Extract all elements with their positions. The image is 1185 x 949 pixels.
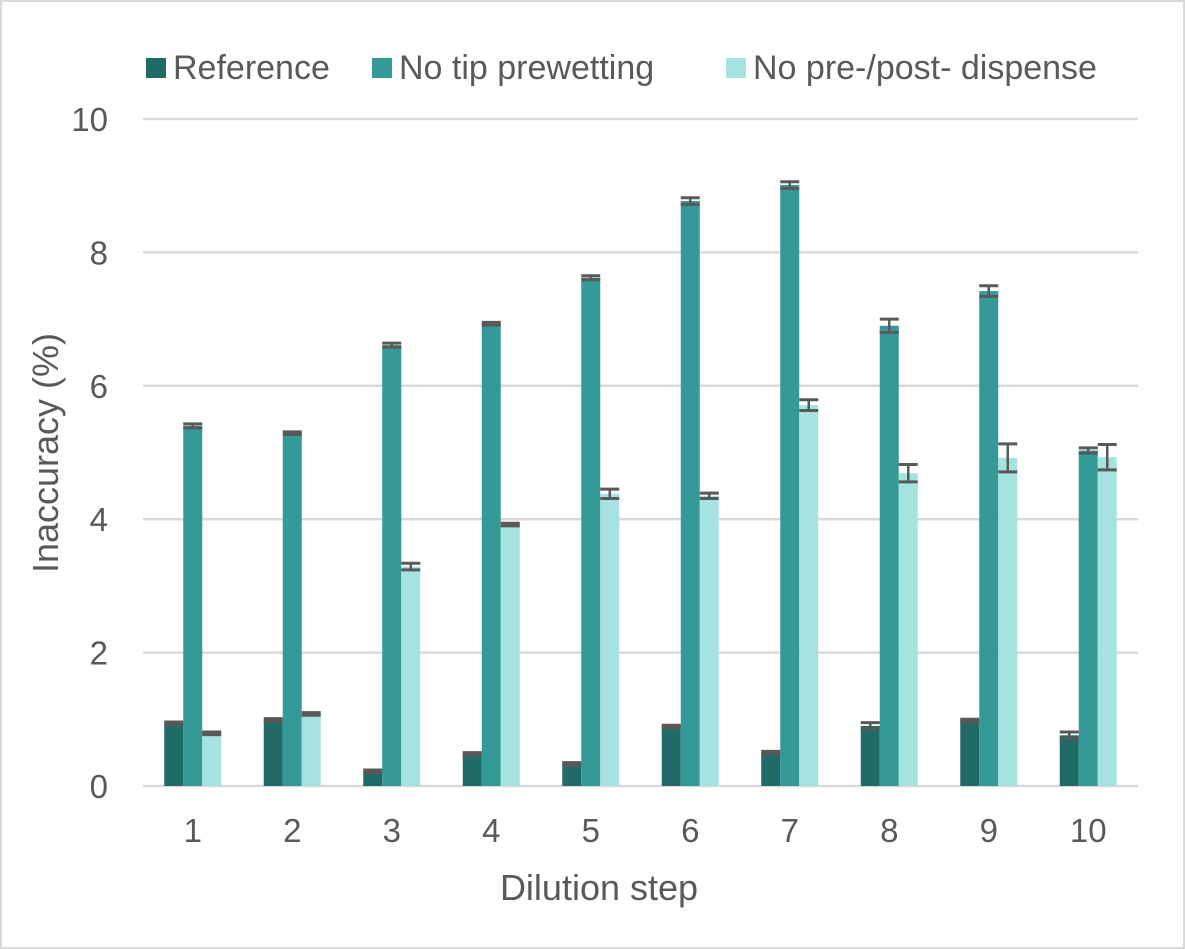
error-bar [164, 720, 184, 727]
bar-no-pre-post-dispense-7 [799, 405, 819, 786]
legend-label: No tip prewetting [399, 49, 654, 87]
y-tick-label: 6 [90, 368, 108, 405]
error-bar [202, 730, 222, 737]
x-tick-label: 3 [383, 812, 401, 849]
bar-no-pre-post-dispense-9 [998, 457, 1018, 786]
bar-no-tip-prewetting-9 [979, 291, 999, 786]
y-tick-label: 10 [71, 101, 108, 138]
error-bar [761, 749, 781, 756]
bar-no-tip-prewetting-2 [282, 433, 302, 786]
error-bar [661, 723, 681, 730]
bar-no-tip-prewetting-5 [581, 277, 601, 786]
y-tick-label: 4 [90, 501, 108, 538]
y-tick-label: 0 [90, 768, 108, 805]
bar-no-tip-prewetting-1 [183, 425, 203, 786]
x-tick-label: 5 [582, 812, 600, 849]
bar-reference-2 [263, 719, 283, 786]
x-tick-label: 8 [880, 812, 898, 849]
legend-swatch [726, 58, 746, 78]
bar-no-pre-post-dispense-2 [301, 713, 321, 786]
bar-no-tip-prewetting-7 [780, 185, 800, 786]
bar-no-pre-post-dispense-10 [1097, 457, 1117, 786]
x-tick-label: 1 [184, 812, 202, 849]
x-tick-label: 9 [980, 812, 998, 849]
bar-no-tip-prewetting-6 [680, 201, 700, 786]
bar-no-pre-post-dispense-8 [898, 473, 918, 786]
y-axis-label: Inaccuracy (%) [25, 333, 66, 573]
bar-no-pre-post-dispense-5 [600, 493, 620, 786]
legend-swatch [372, 58, 392, 78]
bar-reference-1 [164, 723, 184, 786]
bar-no-pre-post-dispense-1 [202, 733, 222, 786]
x-axis-label: Dilution step [500, 867, 698, 908]
legend-swatch [146, 58, 166, 78]
bar-reference-10 [1059, 735, 1079, 786]
x-tick-label: 10 [1070, 812, 1107, 849]
bar-no-pre-post-dispense-6 [699, 495, 719, 786]
y-tick-label: 8 [90, 234, 108, 271]
bar-no-tip-prewetting-10 [1078, 450, 1098, 786]
legend-item: No pre-/post- dispense [726, 49, 1097, 87]
bar-no-tip-prewetting-4 [481, 323, 501, 786]
bar-reference-5 [562, 763, 582, 786]
bar-no-pre-post-dispense-4 [500, 524, 520, 786]
legend: Reference No tip prewetting No pre-/post- … [146, 49, 1097, 87]
x-tick-label: 4 [482, 812, 500, 849]
x-tick-label: 7 [781, 812, 799, 849]
bar-reference-8 [860, 725, 880, 786]
legend-label: No pre-/post- dispense [753, 49, 1097, 87]
legend-item: No tip prewetting [372, 49, 654, 87]
error-bar [481, 320, 501, 327]
error-bar [282, 430, 302, 436]
bar-reference-7 [761, 752, 781, 786]
error-bar [263, 717, 283, 723]
error-bar [960, 717, 980, 724]
x-tick-label: 6 [681, 812, 699, 849]
bar-reference-9 [960, 720, 980, 786]
x-tick-labels: 1 2 3 4 5 6 7 8 9 10 [184, 812, 1107, 849]
error-bar [562, 761, 582, 767]
bar-no-tip-prewetting-3 [382, 345, 402, 786]
error-bar [780, 180, 800, 190]
error-bar [301, 711, 321, 717]
bar-no-tip-prewetting-8 [879, 325, 899, 786]
bar-reference-6 [661, 726, 681, 786]
error-bar [462, 751, 482, 757]
error-bar [363, 768, 383, 775]
bar-no-pre-post-dispense-3 [401, 566, 421, 786]
bars [164, 185, 1117, 786]
error-bar [500, 521, 520, 528]
y-tick-label: 2 [90, 635, 108, 672]
legend-label: Reference [173, 49, 330, 87]
bar-reference-4 [462, 753, 482, 786]
error-bars [164, 180, 1117, 775]
x-tick-label: 2 [283, 812, 301, 849]
y-tick-labels: 0 2 4 6 8 10 [71, 101, 108, 805]
legend-item: Reference [146, 49, 330, 87]
bar-chart: 0246810 1 2 3 4 5 6 7 8 9 10 Dilution step Inaccu… [25, 49, 1138, 908]
